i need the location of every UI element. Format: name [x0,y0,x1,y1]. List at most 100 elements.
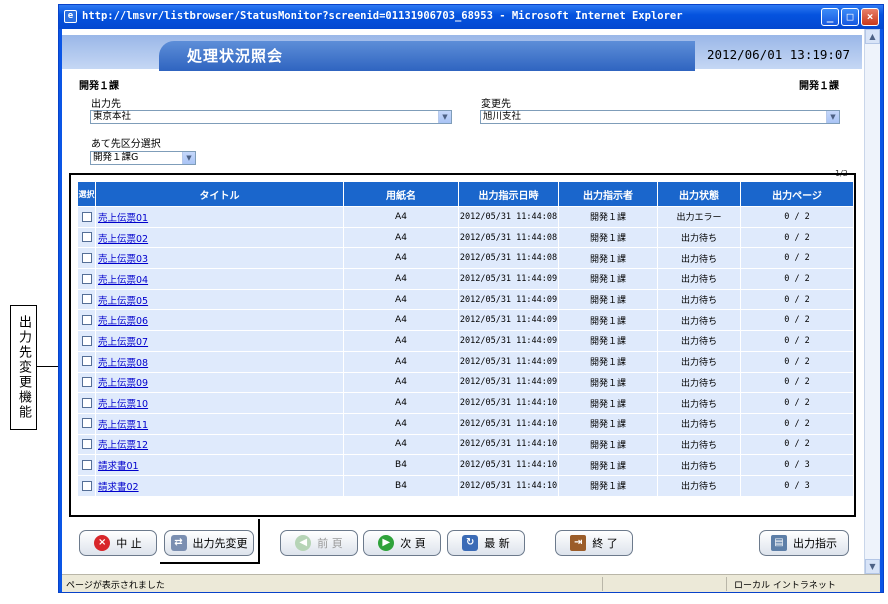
prev-page-label: 前 頁 [317,537,343,550]
user-cell: 開発１課 [558,309,658,332]
row-checkbox[interactable] [81,294,92,305]
category-select[interactable]: 開発１課G ▼ [90,151,196,165]
row-checkbox[interactable] [81,459,92,470]
title-cell: 請求書01 [95,454,344,476]
row-checkbox[interactable] [81,252,92,263]
row-title-link[interactable]: 売上伝票08 [98,358,148,369]
table-row: 売上伝票10 A4 2012/05/31 11:44:10 開発１課 出力待ち 0 / 2 [77,392,854,414]
next-page-button[interactable]: ▶ 次 頁 [363,530,441,556]
table-row: 売上伝票07 A4 2012/05/31 11:44:09 開発１課 出力待ち 0 / 2 [77,330,854,352]
row-title-link[interactable]: 売上伝票02 [98,234,148,245]
status-cell: 出力待ち [657,433,741,456]
paper-cell: A4 [343,206,459,228]
row-title-link[interactable]: 売上伝票07 [98,337,148,348]
datetime-cell: 2012/05/31 11:44:08 [458,226,559,249]
title-cell: 売上伝票10 [95,392,344,414]
row-title-link[interactable]: 売上伝票12 [98,440,148,451]
row-checkbox[interactable] [81,397,92,408]
row-checkbox[interactable] [81,356,92,367]
row-title-link[interactable]: 請求書01 [98,461,139,472]
category-value: 開発１課G [93,152,139,163]
row-checkbox[interactable] [81,273,92,284]
row-title-link[interactable]: 売上伝票10 [98,399,148,410]
paper-cell: A4 [343,288,459,311]
pages-cell: 0 / 2 [740,226,854,249]
row-checkbox[interactable] [81,232,92,243]
refresh-icon: ↻ [462,535,479,551]
datetime-cell: 2012/05/31 11:44:10 [458,412,559,435]
refresh-button[interactable]: ↻ 最 新 [447,530,525,556]
chevron-down-icon: ▼ [182,152,195,164]
col-header-datetime[interactable]: 出力指示日時 [458,181,559,207]
col-header-status[interactable]: 出力状態 [657,181,741,207]
col-header-user[interactable]: 出力指示者 [558,181,658,207]
paper-cell: A4 [343,268,459,290]
exit-button[interactable]: ⇥ 終 了 [555,530,633,556]
row-title-link[interactable]: 売上伝票09 [98,378,148,389]
row-checkbox[interactable] [81,315,92,326]
scroll-up-icon[interactable]: ▲ [865,29,880,44]
row-title-link[interactable]: 売上伝票03 [98,254,148,265]
row-title-link[interactable]: 売上伝票06 [98,316,148,327]
arrow-right-icon: ▶ [378,535,395,551]
page-content: 処理状況照会 2012/06/01 13:19:07 開発１課 開発１課 出力先… [62,29,880,574]
datetime-cell: 2012/05/31 11:44:09 [458,371,559,394]
output-dest-select[interactable]: 東京本社 ▼ [90,110,452,124]
table-row: 売上伝票01 A4 2012/05/31 11:44:08 開発１課 出力エラー 0 / … [77,206,854,228]
row-checkbox[interactable] [81,211,92,222]
status-cell: 出力待ち [657,309,741,332]
stop-button[interactable]: × 中 止 [79,530,157,556]
paper-cell: A4 [343,226,459,249]
vertical-scrollbar[interactable]: ▲ ▼ [864,29,880,574]
change-dest-label: 変更先 [481,99,511,110]
page-header: 処理状況照会 2012/06/01 13:19:07 [62,35,862,71]
row-title-link[interactable]: 売上伝票04 [98,275,148,286]
pages-cell: 0 / 2 [740,247,854,270]
user-cell: 開発１課 [558,288,658,311]
maximize-button[interactable]: □ [841,8,859,26]
user-cell: 開発１課 [558,474,658,497]
row-checkbox[interactable] [81,377,92,388]
status-divider [726,577,727,591]
title-bar[interactable]: e http://lmsvr/listbrowser/StatusMonitor… [59,5,883,29]
scroll-down-icon[interactable]: ▼ [865,559,880,574]
col-header-pages[interactable]: 出力ページ [740,181,854,207]
table-row: 請求書02 B4 2012/05/31 11:44:10 開発１課 出力待ち 0 / 3 [77,474,854,497]
datetime-cell: 2012/05/31 11:44:09 [458,350,559,373]
row-checkbox[interactable] [81,418,92,429]
status-message: ページが表示されました [66,581,165,591]
row-checkbox[interactable] [81,335,92,346]
prev-page-button[interactable]: ◀ 前 頁 [280,530,358,556]
change-dest-select[interactable]: 旭川支社 ▼ [480,110,840,124]
row-checkbox[interactable] [81,439,92,450]
close-button[interactable]: × [861,8,879,26]
row-checkbox[interactable] [81,480,92,491]
minimize-button[interactable]: _ [821,8,839,26]
select-cell [77,392,96,414]
status-cell: 出力待ち [657,371,741,394]
row-title-link[interactable]: 売上伝票05 [98,296,148,307]
window-title: http://lmsvr/listbrowser/StatusMonitor?s… [82,10,683,22]
change-dest-button[interactable]: ⇄ 出力先変更 [164,530,254,556]
table-row: 売上伝票09 A4 2012/05/31 11:44:09 開発１課 出力待ち 0 / 2 [77,371,854,394]
status-cell: 出力待ち [657,474,741,497]
row-title-link[interactable]: 売上伝票01 [98,213,148,224]
feature-callout: 出力先変更機能 [10,305,37,430]
print-button[interactable]: ▤ 出力指示 [759,530,849,556]
select-cell [77,206,96,228]
title-cell: 請求書02 [95,474,344,497]
select-cell [77,454,96,476]
job-table: 選択 タイトル 用紙名 出力指示日時 出力指示者 出力状態 出力ページ 売上伝票… [77,181,854,497]
pages-cell: 0 / 2 [740,350,854,373]
select-cell [77,309,96,332]
stop-label: 中 止 [116,537,142,550]
status-cell: 出力エラー [657,206,741,228]
select-cell [77,226,96,249]
row-title-link[interactable]: 請求書02 [98,482,139,493]
status-cell: 出力待ち [657,350,741,373]
arrow-left-icon: ◀ [295,535,312,551]
col-header-title[interactable]: タイトル [95,181,344,207]
table-row: 請求書01 B4 2012/05/31 11:44:10 開発１課 出力待ち 0 / 3 [77,454,854,476]
col-header-paper[interactable]: 用紙名 [343,181,459,207]
row-title-link[interactable]: 売上伝票11 [98,420,148,431]
